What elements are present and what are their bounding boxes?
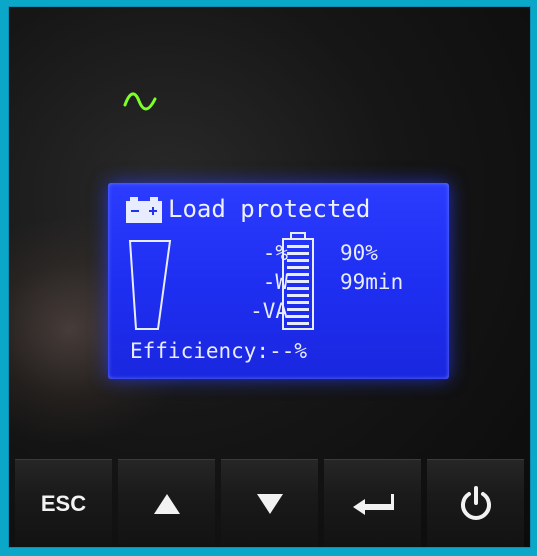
esc-button[interactable]: ESC (15, 459, 112, 547)
battery-level-icon (280, 231, 316, 331)
load-va: -VA (250, 299, 288, 323)
keypad: ESC (9, 459, 530, 547)
power-icon (460, 486, 491, 520)
battery-readouts: 90% 99min (340, 239, 403, 297)
ups-front-panel: Load protected -% -W -VA 90% 99min Effic… (8, 6, 531, 548)
load-watts: -W (262, 270, 288, 294)
battery-runtime: 99min (340, 270, 404, 294)
load-readouts: -% -W -VA (228, 239, 288, 326)
sine-wave-icon (121, 87, 161, 117)
power-button[interactable] (427, 459, 524, 547)
enter-button[interactable] (324, 459, 421, 547)
enter-arrow-icon (352, 494, 394, 515)
lcd-screen: Load protected -% -W -VA 90% 99min Effic… (108, 183, 449, 379)
efficiency-readout: Efficiency:--% (130, 339, 308, 363)
battery-icon (124, 197, 164, 223)
status-title: Load protected (168, 195, 371, 223)
down-button[interactable] (221, 459, 318, 547)
esc-label: ESC (40, 491, 87, 516)
up-button[interactable] (118, 459, 215, 547)
down-arrow-icon (256, 494, 283, 514)
battery-charge: 90% (340, 241, 378, 265)
load-percent: -% (262, 241, 288, 265)
up-arrow-icon (153, 494, 180, 514)
load-gauge-icon (126, 237, 174, 333)
